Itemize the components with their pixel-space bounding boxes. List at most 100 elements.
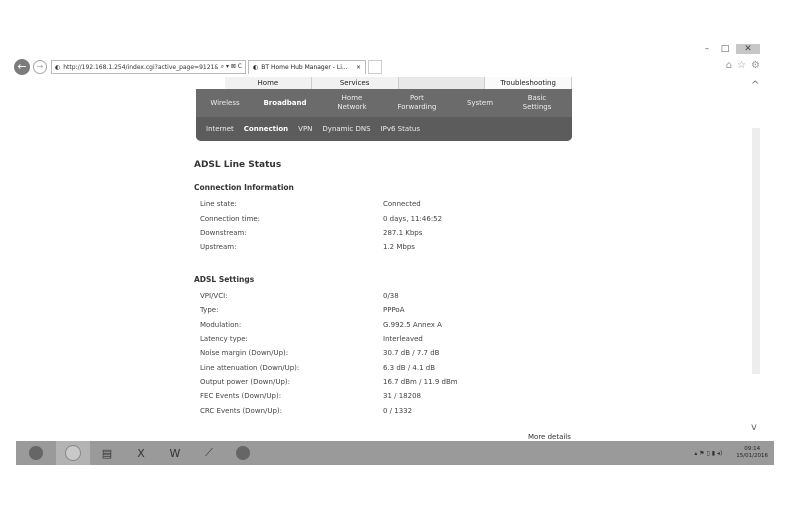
row-label: VPI/VCI: [200,291,228,300]
row-value: 287.1 Kbps [383,228,423,237]
section-adsl-heading: ADSL Settings [194,274,255,284]
maximize-button[interactable]: □ [718,44,732,54]
table-row: Noise margin (Down/Up): 30.7 dB / 7.7 dB [194,346,574,360]
acrobat-icon: ⟋ [205,446,213,459]
tab-title: BT Home Hub Manager - Li... [261,64,348,71]
system-tray: ▴ ⚑ ▯ ▮ ◂) 09:14 15/01/2016 [694,446,774,460]
row-value: 0/38 [383,291,399,300]
row-value: 6.3 dB / 4.1 dB [383,363,436,372]
table-row: Line state: Connected [194,197,574,211]
back-button[interactable]: ← [14,59,30,75]
row-label: Type: [200,306,219,315]
site-icon: ◐ [55,63,61,71]
chrome-icon [236,446,250,460]
browser-tools: ⌂ ☆ ⚙ [726,60,760,71]
forward-button[interactable]: → [33,60,47,74]
tab-home[interactable]: Home [225,77,312,89]
taskbar-word[interactable]: W [158,441,192,465]
row-value: 0 days, 11:46:52 [383,214,443,223]
table-row: Line attenuation (Down/Up): 6.3 dB / 4.1… [194,361,574,375]
settings-nav-sub: Internet Connection VPN Dynamic DNS IPv6… [196,117,572,141]
clock-date: 15/01/2016 [736,453,768,459]
window-controls: – □ ✕ [700,44,760,54]
row-label: Line attenuation (Down/Up): [200,363,300,372]
word-icon: W [169,446,181,460]
table-row: Connection time: 0 days, 11:46:52 [194,211,574,225]
row-value: G.992.5 Annex A [383,320,442,329]
new-tab-button[interactable] [368,60,382,74]
browser-tab[interactable]: ◐ BT Home Hub Manager - Li... × [248,60,366,74]
internet-explorer-icon [65,445,81,461]
nav-basic-settings[interactable]: Basic Settings [510,94,564,112]
table-row: VPI/VCI: 0/38 [194,289,574,303]
taskbar-excel[interactable]: X [124,441,158,465]
table-row: FEC Events (Down/Up): 31 / 18208 [194,389,574,403]
row-label: Modulation: [200,320,242,329]
subnav-dynamic-dns[interactable]: Dynamic DNS [322,125,370,133]
tab-troubleshooting[interactable]: Troubleshooting [485,77,572,89]
row-value: PPPoA [383,306,405,315]
row-value: 30.7 dB / 7.7 dB [383,349,440,358]
taskbar-chrome[interactable] [226,441,260,465]
tray-icons[interactable]: ▴ ⚑ ▯ ▮ ◂) [694,450,722,457]
start-button[interactable] [16,441,56,465]
subnav-internet[interactable]: Internet [206,125,234,133]
subnav-connection[interactable]: Connection [244,125,288,133]
page-title: ADSL Line Status [194,160,282,170]
clock-time: 09:14 [744,446,761,452]
windows-start-icon [29,446,43,460]
forward-arrow-icon: → [36,62,44,71]
url-text: http://192.168.1.254/index.cgi?active_pa… [63,63,218,71]
row-value: 1.2 Mbps [383,243,415,252]
tab-close-icon[interactable]: × [356,64,361,71]
nav-broadband[interactable]: Broadband [250,99,320,108]
table-row: Downstream: 287.1 Kbps [194,226,574,240]
tab-services[interactable]: Services [311,77,399,89]
settings-nav: Wireless Broadband Home Network Port For… [196,89,572,141]
favorites-icon[interactable]: ☆ [737,60,746,71]
row-label: Downstream: [200,228,247,237]
clock[interactable]: 09:14 15/01/2016 [736,446,768,460]
tab-settings[interactable]: Settings [398,77,486,89]
row-label: Connection time: [200,214,261,223]
settings-nav-main: Wireless Broadband Home Network Port For… [196,89,572,117]
taskbar-file-explorer[interactable]: ▤ [90,441,124,465]
table-row: CRC Events (Down/Up): 0 / 1332 [194,404,574,418]
url-controls[interactable]: ⌕ ▾ ⊠ C [221,63,242,71]
nav-home-network[interactable]: Home Network [320,94,384,112]
row-value: 0 / 1332 [383,406,413,415]
url-field[interactable]: ◐ http://192.168.1.254/index.cgi?active_… [51,60,246,74]
taskbar: ▤ X W ⟋ ▴ ⚑ ▯ ▮ ◂) 09:14 15/01/2016 [16,441,774,465]
close-button[interactable]: ✕ [736,44,760,54]
gear-icon[interactable]: ⚙ [751,60,760,71]
row-label: Upstream: [200,243,237,252]
row-value: 16.7 dBm / 11.9 dBm [383,378,458,387]
section-connection-heading: Connection Information [194,183,294,192]
subnav-vpn[interactable]: VPN [298,125,312,133]
file-explorer-icon: ▤ [101,446,113,460]
nav-system[interactable]: System [450,99,510,108]
row-label: Latency type: [200,334,248,343]
row-value: Interleaved [383,334,423,343]
scrollbar[interactable] [752,128,760,374]
nav-port-forwarding[interactable]: Port Forwarding [384,94,450,112]
scroll-down-icon[interactable]: v [751,422,757,433]
scroll-up-icon[interactable]: ^ [751,80,759,91]
row-label: Line state: [200,200,237,209]
minimize-button[interactable]: – [700,44,714,54]
row-label: FEC Events (Down/Up): [200,392,282,401]
table-row: Upstream: 1.2 Mbps [194,240,574,254]
home-icon[interactable]: ⌂ [726,60,732,71]
row-value: 31 / 18208 [383,392,421,401]
table-row: Type: PPPoA [194,303,574,317]
tab-favicon-icon: ◐ [253,64,259,71]
adsl-status-content: ADSL Line Status Connection Information … [194,160,574,418]
table-row: Latency type: Interleaved [194,332,574,346]
taskbar-internet-explorer[interactable] [56,441,90,465]
address-bar: ← → ◐ http://192.168.1.254/index.cgi?act… [14,58,382,76]
table-row: Modulation: G.992.5 Annex A [194,317,574,331]
taskbar-acrobat[interactable]: ⟋ [192,441,226,465]
subnav-ipv6-status[interactable]: IPv6 Status [381,125,420,133]
row-label: CRC Events (Down/Up): [200,406,283,415]
nav-wireless[interactable]: Wireless [200,99,250,108]
